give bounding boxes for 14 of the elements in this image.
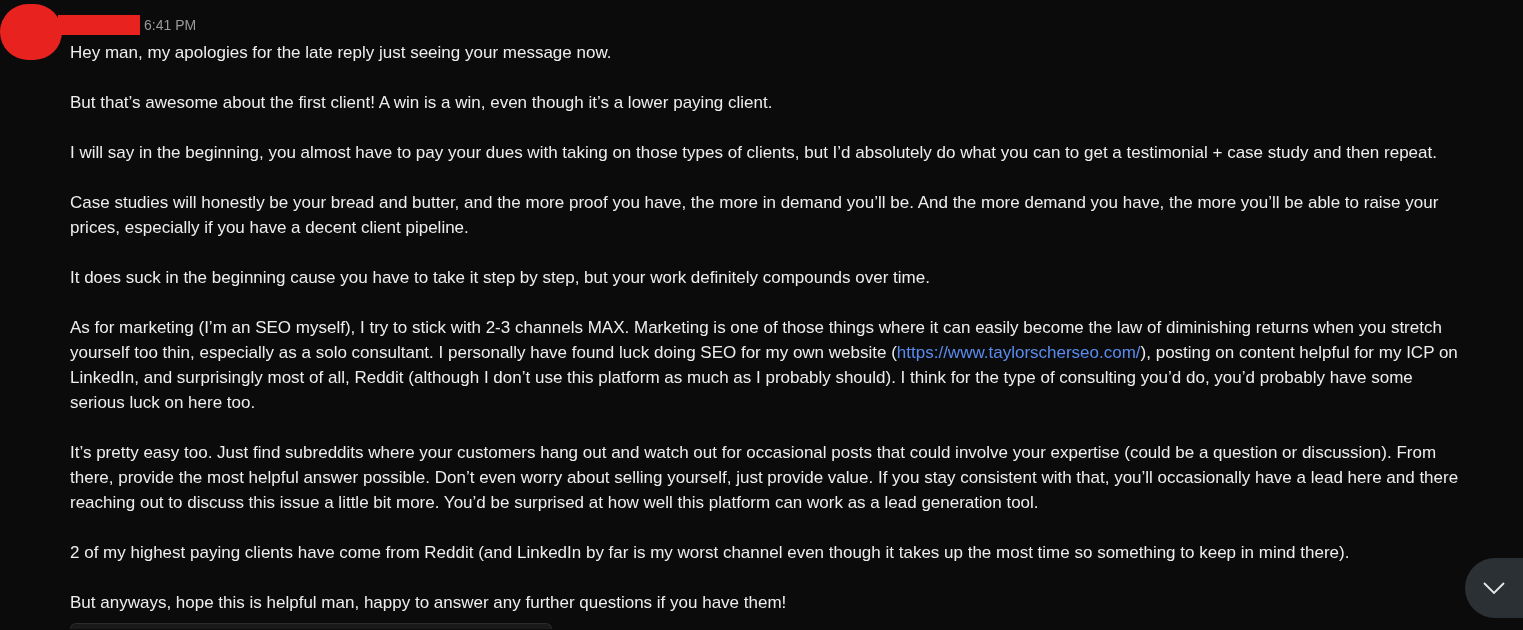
website-link[interactable]: https://www.taylorscherseo.com/ [896,343,1141,362]
scroll-down-button[interactable] [1465,558,1523,618]
message-paragraph: 2 of my highest paying clients have come from Reddit (and LinkedIn by far is my worst channel even though it takes up the most time so something to keep in mind there). [70,542,1350,564]
message-paragraph: As for marketing (I’m an SEO myself), I try to stick with 2-3 channels MAX. Marketing is one of those things where it can easily become the law of diminishing returns when you stretch yourself too thin, especially as a solo consultant. I personally have found luck doing SEO for my own website (https://www.taylorscherseo.com/), posting on content helpful for my ICP on LinkedIn, and surprisingly most of all, Reddit (although I don’t use this platform as much as I probably should). I think for the type of consulting you’d do, you’d probably have some serious luck on here too. [70,317,1459,414]
message-paragraph: Case studies will honestly be your bread and butter, and the more proof you have, the more in demand you’ll be. And the more demand you have, the more you’ll be able to raise your prices, especially if you have a decent client pipeline. [70,192,1440,239]
message-paragraph: But that’s awesome about the first client! A win is a win, even though it’s a lower paying client. [70,92,773,114]
chevron-down-icon [1483,582,1505,594]
message-paragraph: But anyways, hope this is helpful man, happy to answer any further questions if you have them! [70,592,787,614]
message-paragraph: It’s pretty easy too. Just find subreddits where your customers hang out and watch out for occasional posts that could involve your expertise (could be a question or discussion). From there, provide the most helpful answer possible. Don’t even worry about selling yourself, just provide value. If you stay consistent with that, you’ll occasionally have a lead here and there reaching out to discuss this issue a little bit more. You’d be surprised at how well this platform can work as a lead generation tool. [70,442,1460,514]
message-paragraph: I will say in the beginning, you almost have to pay your dues with taking on those types of clients, but I’d absolutely do what you can to get a testimonial + case study and then repeat. [70,142,1437,164]
message-paragraph: Hey man, my apologies for the late reply just seeing your message now. [70,42,612,64]
message-paragraph: It does suck in the beginning cause you have to take it step by step, but your work definitely compounds over time. [70,267,930,289]
message-timestamp: 6:41 PM [144,15,197,35]
avatar [0,4,62,60]
